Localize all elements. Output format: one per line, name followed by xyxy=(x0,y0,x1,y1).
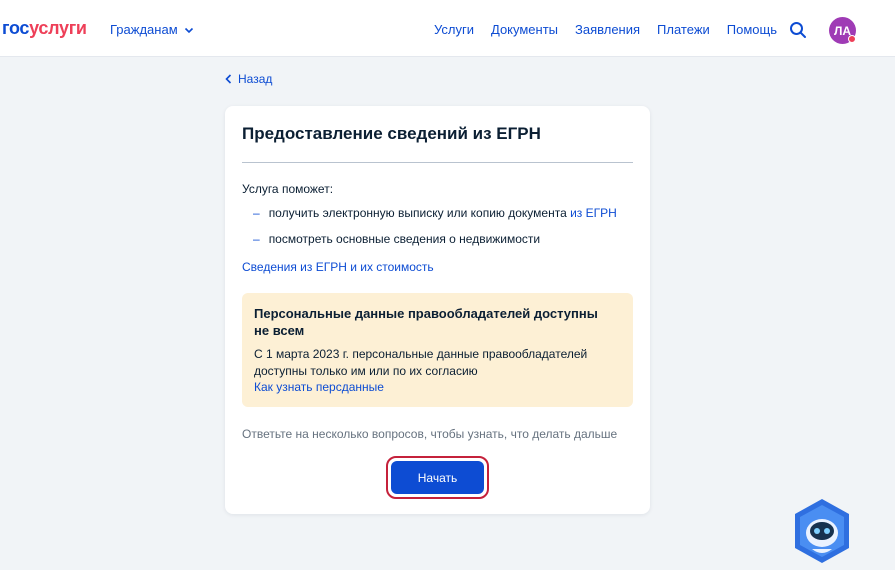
start-button[interactable]: Начать xyxy=(391,461,484,494)
questions-hint: Ответьте на несколько вопросов, чтобы уз… xyxy=(242,427,618,441)
assistant-robot-icon[interactable] xyxy=(791,497,853,565)
egrn-link[interactable]: из ЕГРН xyxy=(570,206,617,220)
personal-data-link[interactable]: Как узнать персданные xyxy=(254,380,384,394)
notice-title: Персональные данные правообладателей дос… xyxy=(254,306,598,338)
bullet-text: получить электронную выписку или копию д… xyxy=(268,206,571,220)
page-title: Предоставление сведений из ЕГРН xyxy=(242,124,541,143)
list-item: – получить электронную выписку или копию … xyxy=(253,206,617,220)
chevron-left-icon xyxy=(225,74,232,84)
bullet-dash: – xyxy=(253,206,260,220)
list-item: – посмотреть основные сведения о недвижим… xyxy=(253,232,540,246)
service-intro: Услуга поможет: xyxy=(242,182,334,196)
nav-payments[interactable]: Платежи xyxy=(657,22,710,37)
service-card: Предоставление сведений из ЕГРН Услуга п… xyxy=(225,106,650,514)
citizens-label: Гражданам xyxy=(110,22,178,37)
nav-documents[interactable]: Документы xyxy=(491,22,558,37)
gosuslugi-logo[interactable]: госуслуги xyxy=(2,18,87,39)
logo-part-uslugi: услуги xyxy=(29,18,87,38)
chevron-down-icon xyxy=(184,27,193,33)
nav-services[interactable]: Услуги xyxy=(434,22,474,37)
main-nav: Услуги Документы Заявления Платежи Помощ… xyxy=(434,22,777,37)
top-header: госуслуги Гражданам Услуги Документы Зая… xyxy=(0,0,895,57)
notice-text: С 1 марта 2023 г. персональные данные пр… xyxy=(254,347,588,378)
search-icon[interactable] xyxy=(789,21,807,39)
title-divider xyxy=(242,162,633,163)
nav-applications[interactable]: Заявления xyxy=(575,22,640,37)
notification-dot xyxy=(848,35,856,43)
bullet-text: посмотреть основные сведения о недвижимо… xyxy=(268,232,541,246)
back-label: Назад xyxy=(238,72,273,86)
nav-help[interactable]: Помощь xyxy=(727,22,777,37)
logo-part-gos: гос xyxy=(2,18,30,38)
citizens-dropdown[interactable]: Гражданам xyxy=(110,22,194,37)
back-link[interactable]: Назад xyxy=(225,72,272,86)
personal-data-notice: Персональные данные правообладателей дос… xyxy=(242,293,633,407)
egrn-cost-link[interactable]: Сведения из ЕГРН и их стоимость xyxy=(242,260,434,274)
bullet-dash: – xyxy=(253,232,260,246)
